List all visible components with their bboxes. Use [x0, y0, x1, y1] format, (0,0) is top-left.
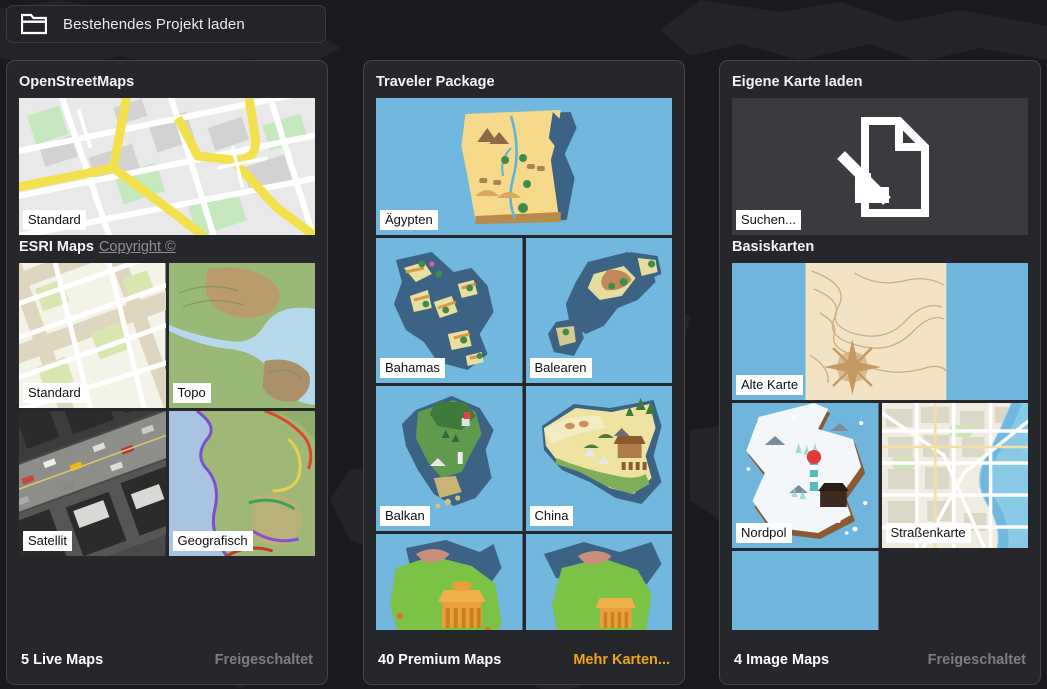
section-title-basiskarten-text: Basiskarten: [732, 239, 815, 255]
map-tile-balkan[interactable]: Balkan: [376, 386, 523, 531]
folder-icon: [21, 13, 47, 35]
section-title-esri-maps-text: ESRI Maps: [19, 239, 94, 255]
openstreetmaps-map-count: 5 Live Maps: [21, 652, 104, 668]
panel-traveler-package-content: Traveler Package Ägypten Bahamas Baleare…: [364, 61, 684, 684]
section-title-traveler-package-text: Traveler Package: [376, 74, 495, 90]
map-tile-osm-standard-caption: Standard: [23, 210, 86, 230]
map-tile-osm-standard[interactable]: Standard: [19, 98, 315, 235]
eigene-karte-map-count: 4 Image Maps: [734, 652, 830, 668]
map-tile-balkan-caption: Balkan: [380, 506, 430, 526]
map-tile-nordpol-caption: Nordpol: [736, 523, 792, 543]
map-tile-balearen-caption: Balearen: [529, 358, 592, 378]
panel-eigene-karte-content: Eigene Karte laden Suchen... Basiskarten: [720, 61, 1040, 684]
map-tile-bahamas-caption: Bahamas: [380, 358, 445, 378]
esri-tile-row-1: Standard Topo: [19, 263, 315, 411]
section-title-eigene-karte-laden-text: Eigene Karte laden: [732, 74, 863, 90]
load-existing-project-label: Bestehendes Projekt laden: [63, 15, 245, 33]
panel-eigene-karte: Eigene Karte laden Suchen... Basiskarten: [719, 60, 1041, 685]
section-title-basiskarten: Basiskarten: [732, 238, 1028, 256]
esri-copyright-link[interactable]: Copyright ©: [99, 239, 176, 255]
map-tile-import-custom-caption: Suchen...: [736, 210, 801, 230]
section-title-openstreetmaps-text: OpenStreetMaps: [19, 74, 135, 90]
esri-tile-row-2: Satellit Geografisch: [19, 411, 315, 559]
map-tile-aegypten[interactable]: Ägypten: [376, 98, 672, 235]
map-tile-esri-satellit-caption: Satellit: [23, 531, 73, 551]
map-tile-esri-satellit[interactable]: Satellit: [19, 411, 166, 556]
map-tile-balearen[interactable]: Balearen: [525, 238, 672, 383]
panel-traveler-package-footer: 40 Premium Maps Mehr Karten...: [364, 640, 684, 684]
map-tile-esri-topo-caption: Topo: [172, 383, 211, 403]
map-tile-esri-topo[interactable]: Topo: [168, 263, 315, 408]
section-title-traveler-package: Traveler Package: [376, 73, 672, 91]
load-existing-project-button[interactable]: Bestehendes Projekt laden: [6, 5, 326, 43]
panel-eigene-karte-footer: 4 Image Maps Freigeschaltet: [720, 640, 1040, 684]
section-title-openstreetmaps: OpenStreetMaps: [19, 73, 315, 91]
map-tile-nordpol[interactable]: Nordpol: [732, 403, 879, 548]
map-tile-bahamas[interactable]: Bahamas: [376, 238, 523, 383]
panel-openstreetmaps: OpenStreetMaps Standard ESRI Maps Copyri…: [6, 60, 328, 685]
map-tile-strassenkarte[interactable]: Straßenkarte: [881, 403, 1028, 548]
basiskarten-tile-row-1: Nordpol Straßenkarte: [732, 403, 1028, 551]
map-tile-import-custom[interactable]: Suchen...: [732, 98, 1028, 235]
map-tile-esri-standard-caption: Standard: [23, 383, 86, 403]
map-tile-china[interactable]: China: [525, 386, 672, 531]
panel-openstreetmaps-footer: 5 Live Maps Freigeschaltet: [7, 640, 327, 684]
openstreetmaps-status-badge: Freigeschaltet: [214, 652, 313, 668]
section-title-esri-maps: ESRI Maps Copyright ©: [19, 238, 315, 256]
map-tile-alte-karte[interactable]: Alte Karte: [732, 263, 1028, 400]
map-tile-aegypten-caption: Ägypten: [380, 210, 438, 230]
traveler-tile-row-1: Bahamas Balearen: [376, 238, 672, 386]
document-import-icon: [837, 116, 929, 217]
map-tile-esri-standard[interactable]: Standard: [19, 263, 166, 408]
map-tile-strassenkarte-caption: Straßenkarte: [885, 523, 971, 543]
traveler-package-map-count: 40 Premium Maps: [378, 652, 502, 668]
panel-openstreetmaps-content: OpenStreetMaps Standard ESRI Maps Copyri…: [7, 61, 327, 684]
traveler-package-more-maps-link[interactable]: Mehr Karten...: [573, 652, 670, 668]
map-tile-alte-karte-caption: Alte Karte: [736, 375, 804, 395]
traveler-tile-row-2: Balkan China: [376, 386, 672, 534]
map-selection-screen: Bestehendes Projekt laden OpenStreetMaps: [0, 0, 1047, 689]
map-tile-esri-geografisch[interactable]: Geografisch: [168, 411, 315, 556]
eigene-karte-status-badge: Freigeschaltet: [927, 652, 1026, 668]
section-title-eigene-karte-laden: Eigene Karte laden: [732, 73, 1028, 91]
map-tile-china-caption: China: [529, 506, 574, 526]
panel-traveler-package: Traveler Package Ägypten Bahamas Baleare…: [363, 60, 685, 685]
map-tile-esri-geografisch-caption: Geografisch: [172, 531, 253, 551]
